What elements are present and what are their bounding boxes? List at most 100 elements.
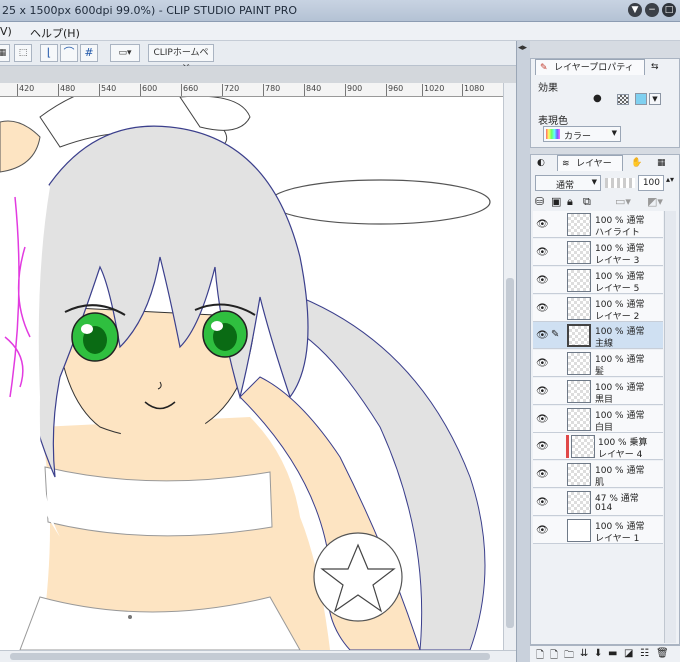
screen-settings-icon[interactable]: ▭▾: [110, 44, 140, 62]
ruler-tick: 600: [140, 84, 157, 96]
vertical-scrollbar[interactable]: [503, 83, 516, 650]
tone-effect-icon[interactable]: [617, 94, 629, 105]
chevron-down-icon: ▼: [591, 178, 597, 186]
transfer-down-icon[interactable]: ⇊: [580, 648, 588, 659]
chevron-down-icon[interactable]: ▼: [649, 93, 661, 105]
layer-settings-icon[interactable]: ☷: [640, 648, 649, 659]
ruler-tick: 900: [345, 84, 362, 96]
ruler-tick: 660: [181, 84, 198, 96]
eye-icon[interactable]: 👁︎: [536, 247, 549, 258]
layer-thumbnail: [571, 435, 595, 458]
lock-transparent-icon[interactable]: ⧉: [583, 195, 591, 209]
layer-row[interactable]: 👁︎ 100 % 通常 髪: [533, 350, 663, 377]
layer-name: レイヤー 3: [595, 256, 640, 266]
layer-thumbnail: [567, 491, 591, 514]
layer-row[interactable]: 👁︎ 100 % 通常 肌: [533, 461, 663, 488]
window-menu-button[interactable]: ▼: [628, 3, 642, 17]
menu-item-view[interactable]: V): [0, 25, 12, 38]
layer-name: 髪: [595, 367, 605, 377]
new-raster-layer-icon[interactable]: 🗋︎: [536, 648, 544, 662]
copy-icon[interactable]: ▦: [0, 44, 10, 62]
eye-icon[interactable]: 👁︎: [536, 386, 549, 397]
express-color-label: 表現色: [538, 116, 568, 127]
menu-item-help[interactable]: ヘルプ(H): [30, 25, 80, 41]
new-folder-icon[interactable]: 🗀︎: [564, 648, 574, 662]
layer-row-selected[interactable]: 👁︎ ✎ 100 % 通常 主線: [533, 322, 663, 349]
horizontal-scroll-thumb[interactable]: [10, 653, 490, 660]
eye-icon[interactable]: 👁︎: [536, 414, 549, 425]
eye-icon[interactable]: 👁︎: [536, 358, 549, 369]
layers-scrollbar[interactable]: [664, 211, 676, 643]
layer-row[interactable]: 👁︎ 100 % 乗算 レイヤー 4: [533, 433, 663, 460]
layer-row[interactable]: 👁︎ 100 % 通常 白目: [533, 406, 663, 433]
layer-row[interactable]: 👁︎ 47 % 通常 014: [533, 489, 663, 516]
layer-color-swatch[interactable]: [635, 93, 647, 105]
layer-thumbnail: [567, 463, 591, 486]
layer-name: レイヤー 4: [598, 450, 643, 460]
new-vector-layer-icon[interactable]: 🗋︎: [550, 648, 558, 662]
drawing-canvas[interactable]: [0, 97, 503, 650]
tab-layer-label: レイヤー: [576, 159, 612, 169]
layer-thumbnail: [567, 519, 591, 542]
ruler-tick: 720: [222, 84, 239, 96]
minimize-button[interactable]: −: [645, 3, 659, 17]
layer-row[interactable]: 👁︎ 100 % 通常 レイヤー 3: [533, 239, 663, 266]
reference-layer-icon[interactable]: ▣: [551, 195, 561, 208]
snap-to-grid-icon[interactable]: #: [80, 44, 98, 62]
layer-name: レイヤー 5: [595, 284, 640, 294]
ruler-tick: 1020: [422, 84, 444, 96]
layer-name: レイヤー 2: [595, 312, 640, 322]
eye-icon[interactable]: 👁︎: [536, 330, 549, 341]
tab-navigator-icon[interactable]: ◐: [533, 155, 555, 171]
palette-dock-strip: ◂▸: [516, 41, 530, 662]
layer-row[interactable]: 👁︎ 100 % 通常 ハイライト: [533, 211, 663, 238]
snap-to-special-ruler-icon[interactable]: ⌒: [60, 44, 78, 62]
mask-icon[interactable]: ▭▾: [615, 195, 631, 208]
layer-thumbnail: [567, 213, 591, 236]
collapse-palette-icon[interactable]: ◂▸: [518, 43, 527, 53]
layer-name: 主線: [595, 339, 614, 349]
combine-icon[interactable]: ⬇︎: [594, 648, 602, 659]
layer-name: 白目: [595, 423, 614, 433]
clear-selection-icon[interactable]: ⬚: [14, 44, 32, 62]
tab-search-layer-icon[interactable]: ✋: [627, 155, 649, 171]
snap-to-ruler-icon[interactable]: ⌊: [40, 44, 58, 62]
opacity-input[interactable]: 100: [638, 175, 664, 191]
tab-animation-icon[interactable]: ▦: [653, 155, 677, 171]
layer-row[interactable]: 👁︎ 100 % 通常 黒目: [533, 378, 663, 405]
ruler-display-icon[interactable]: ◩▾: [647, 195, 663, 208]
layer-property-icon: ✎: [540, 63, 548, 73]
tab-other-icon[interactable]: ⇆: [647, 59, 671, 75]
vertical-scroll-thumb[interactable]: [506, 278, 514, 628]
blend-mode-select[interactable]: 通常 ▼: [535, 175, 601, 191]
lock-icon[interactable]: 🔒︎: [567, 195, 573, 209]
clip-home-button[interactable]: CLIPホームページ: [148, 44, 214, 74]
clip-to-below-icon[interactable]: ⛁: [535, 195, 544, 208]
trash-icon[interactable]: 🗑︎: [656, 648, 669, 659]
layer-thumbnail: [567, 408, 591, 431]
eye-icon[interactable]: 👁︎: [536, 441, 549, 452]
opacity-spinner-icon[interactable]: ▴▾: [666, 175, 674, 184]
eye-icon[interactable]: 👁︎: [536, 469, 549, 480]
mask-create-icon[interactable]: ▬: [608, 648, 617, 659]
eye-icon[interactable]: 👁︎: [536, 219, 549, 230]
tab-layer-property[interactable]: ✎ レイヤープロパティ: [535, 59, 645, 75]
layer-row[interactable]: 👁︎ 100 % 通常 レイヤー 5: [533, 267, 663, 294]
layer-thumbnail: [567, 269, 591, 292]
express-color-select[interactable]: カラー ▼: [543, 126, 621, 142]
border-effect-icon[interactable]: ●: [593, 93, 602, 104]
clip-indicator: [566, 435, 569, 458]
eye-icon[interactable]: 👁︎: [536, 525, 549, 536]
apply-mask-icon[interactable]: ◪: [624, 648, 633, 659]
tab-layer[interactable]: ≋ レイヤー: [557, 155, 623, 171]
maximize-button[interactable]: □: [662, 3, 676, 17]
character-illustration: [0, 97, 491, 650]
opacity-slider[interactable]: [605, 178, 635, 188]
eye-icon[interactable]: 👁︎: [536, 275, 549, 286]
layer-row[interactable]: 👁︎ 100 % 通常 レイヤー 1: [533, 517, 663, 544]
eye-icon[interactable]: 👁︎: [536, 497, 549, 508]
horizontal-scrollbar[interactable]: [0, 650, 516, 662]
layer-row[interactable]: 👁︎ 100 % 通常 レイヤー 2: [533, 295, 663, 322]
layer-name: ハイライト: [595, 228, 640, 238]
eye-icon[interactable]: 👁︎: [536, 303, 549, 314]
